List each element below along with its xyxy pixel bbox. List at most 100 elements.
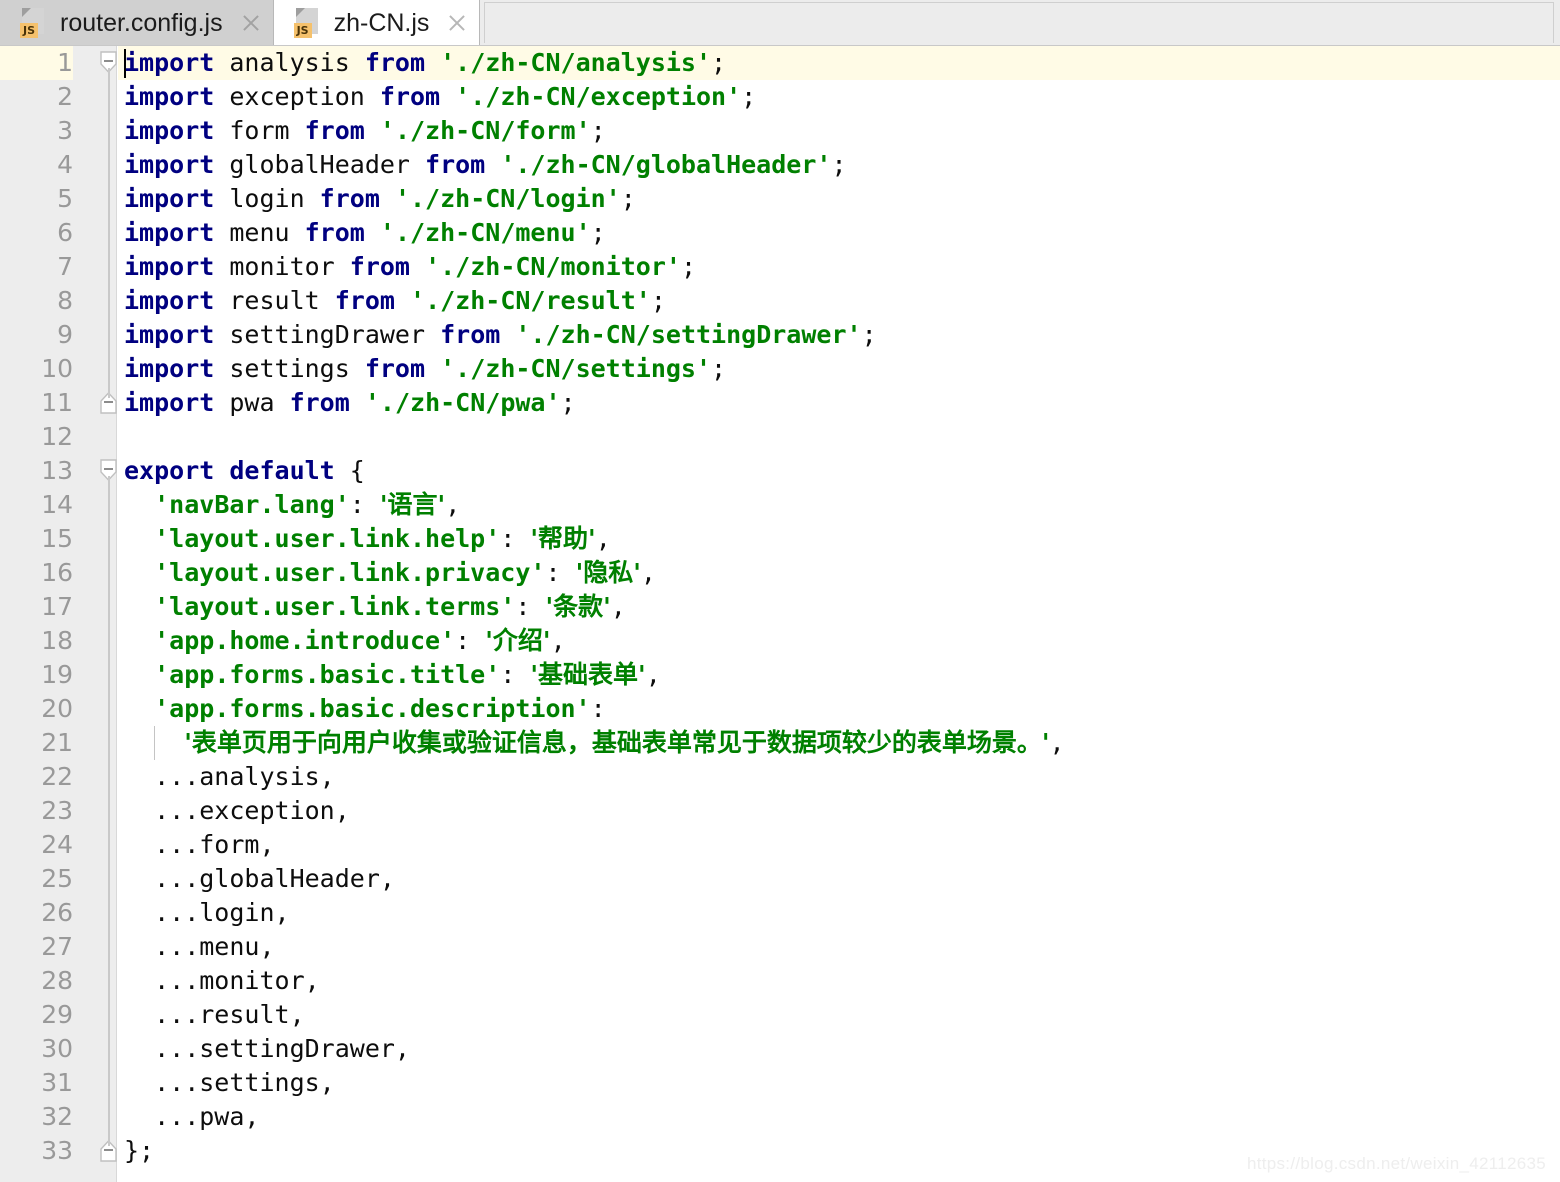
- code-line[interactable]: 10 import settings from './zh-CN/settings…: [0, 352, 1560, 386]
- code-token-str: 'layout.user.link.help': [154, 524, 501, 553]
- code-token-kw: from: [364, 48, 426, 77]
- fold-region-guide: [108, 114, 110, 148]
- code-token-pl: ,: [645, 660, 661, 689]
- code-token-pl: ,: [1049, 728, 1065, 757]
- code-token-pl: globalHeader: [214, 150, 426, 179]
- code-line[interactable]: 5 import login from './zh-CN/login';: [0, 182, 1560, 216]
- code-line[interactable]: 19 'app.forms.basic.title': '基础表单',: [0, 658, 1560, 692]
- code-line[interactable]: 24 ...form,: [0, 828, 1560, 862]
- code-line[interactable]: 13 export default {: [0, 454, 1560, 488]
- line-number: 33: [41, 1136, 73, 1165]
- code-token-pl: ;: [590, 218, 606, 247]
- code-line[interactable]: 28 ...monitor,: [0, 964, 1560, 998]
- code-token-kw: import: [124, 286, 215, 315]
- code-line[interactable]: 6 import menu from './zh-CN/menu';: [0, 216, 1560, 250]
- code-token-str: 'layout.user.link.privacy': [154, 558, 546, 587]
- code-token-kw: from: [304, 218, 365, 247]
- code-token-pl: ...globalHeader,: [124, 864, 395, 893]
- code-token-kw: import: [124, 116, 215, 145]
- fold-region-guide: [108, 794, 110, 828]
- code-line[interactable]: 22 ...analysis,: [0, 760, 1560, 794]
- code-line[interactable]: 30 ...settingDrawer,: [0, 1032, 1560, 1066]
- code-token-pl: {: [334, 456, 365, 485]
- fold-region-guide: [108, 692, 110, 726]
- line-number: 9: [57, 320, 73, 349]
- close-icon[interactable]: [239, 11, 263, 35]
- fold-region-guide: [108, 658, 110, 692]
- line-number: 28: [41, 966, 73, 995]
- code-token-cjk: '表单页用于向用户收集或验证信息，基础表单常见于数据项较少的表单场景。': [184, 728, 1050, 757]
- fold-region-guide: [108, 590, 110, 624]
- code-line[interactable]: 25 ...globalHeader,: [0, 862, 1560, 896]
- fold-region-guide: [108, 930, 110, 964]
- code-token-cjk: '隐私': [575, 558, 641, 587]
- code-token-str: 'app.forms.basic.title': [154, 660, 501, 689]
- fold-region-guide: [108, 148, 110, 182]
- code-line[interactable]: 4 import globalHeader from './zh-CN/globa…: [0, 148, 1560, 182]
- code-line-text: import settings from './zh-CN/settings';: [124, 352, 726, 386]
- code-line-text: import pwa from './zh-CN/pwa';: [124, 386, 576, 420]
- code-token-pl: ...settingDrawer,: [124, 1034, 410, 1063]
- js-file-icon: JS: [293, 8, 320, 38]
- code-token-str: './zh-CN/analysis': [440, 48, 712, 77]
- code-line[interactable]: 18 'app.home.introduce': '介绍',: [0, 624, 1560, 658]
- code-token-pl: ;: [590, 116, 606, 145]
- code-token-pl: ,: [550, 626, 566, 655]
- code-line[interactable]: 21 '表单页用于向用户收集或验证信息，基础表单常见于数据项较少的表单场景。',: [0, 726, 1560, 760]
- fold-region-guide: [108, 1100, 110, 1134]
- code-line[interactable]: 11 import pwa from './zh-CN/pwa';: [0, 386, 1560, 420]
- code-line[interactable]: 17 'layout.user.link.terms': '条款',: [0, 590, 1560, 624]
- line-number: 21: [41, 728, 73, 757]
- code-token-str: './zh-CN/pwa': [364, 388, 561, 417]
- js-badge-label: JS: [20, 23, 39, 38]
- code-line[interactable]: 2 import exception from './zh-CN/exceptio…: [0, 80, 1560, 114]
- code-token-kw: import: [124, 218, 215, 247]
- code-token-kw: import: [124, 48, 215, 77]
- code-line[interactable]: 29 ...result,: [0, 998, 1560, 1032]
- code-line[interactable]: 26 ...login,: [0, 896, 1560, 930]
- code-line[interactable]: 15 'layout.user.link.help': '帮助',: [0, 522, 1560, 556]
- fold-connector: [108, 386, 110, 398]
- code-line[interactable]: 12: [0, 420, 1560, 454]
- tab-zh-cn-js[interactable]: JS zh-CN.js: [273, 0, 481, 45]
- code-line[interactable]: 27 ...menu,: [0, 930, 1560, 964]
- code-line-background: [118, 420, 1560, 454]
- fold-region-guide: [108, 352, 110, 386]
- code-line[interactable]: 31 ...settings,: [0, 1066, 1560, 1100]
- code-line[interactable]: 16 'layout.user.link.privacy': '隐私',: [0, 556, 1560, 590]
- fold-region-guide: [108, 862, 110, 896]
- code-token-kw: from: [334, 286, 395, 315]
- code-line[interactable]: 3 import form from './zh-CN/form';: [0, 114, 1560, 148]
- code-line[interactable]: 1 import analysis from './zh-CN/analysis'…: [0, 46, 1560, 80]
- tab-router-config-js[interactable]: JS router.config.js: [0, 0, 274, 45]
- code-token-pl: result: [214, 286, 335, 315]
- fold-region-guide: [108, 998, 110, 1032]
- line-number: 11: [41, 388, 73, 417]
- code-token-kw: import: [124, 388, 215, 417]
- code-token-kw: from: [364, 354, 426, 383]
- code-line[interactable]: 23 ...exception,: [0, 794, 1560, 828]
- code-token-str: './zh-CN/monitor': [425, 252, 681, 281]
- js-badge-label: JS: [293, 23, 312, 38]
- code-line-text: 'navBar.lang': '语言',: [124, 488, 460, 522]
- code-editor-pane[interactable]: 1 import analysis from './zh-CN/analysis'…: [0, 46, 1560, 1182]
- js-file-icon: JS: [20, 8, 46, 38]
- code-token-pl: ;: [620, 184, 636, 213]
- code-line[interactable]: 9 import settingDrawer from './zh-CN/sett…: [0, 318, 1560, 352]
- code-line-text: };: [124, 1134, 154, 1168]
- code-line[interactable]: 7 import monitor from './zh-CN/monitor';: [0, 250, 1560, 284]
- close-icon[interactable]: [445, 11, 469, 35]
- code-line[interactable]: 32 ...pwa,: [0, 1100, 1560, 1134]
- line-number: 23: [41, 796, 73, 825]
- code-line[interactable]: 20 'app.forms.basic.description':: [0, 692, 1560, 726]
- code-line[interactable]: 14 'navBar.lang': '语言',: [0, 488, 1560, 522]
- code-token-cjk: '帮助': [530, 524, 596, 553]
- line-number: 27: [41, 932, 73, 961]
- code-line[interactable]: 8 import result from './zh-CN/result';: [0, 284, 1560, 318]
- code-token-pl: ...result,: [124, 1000, 305, 1029]
